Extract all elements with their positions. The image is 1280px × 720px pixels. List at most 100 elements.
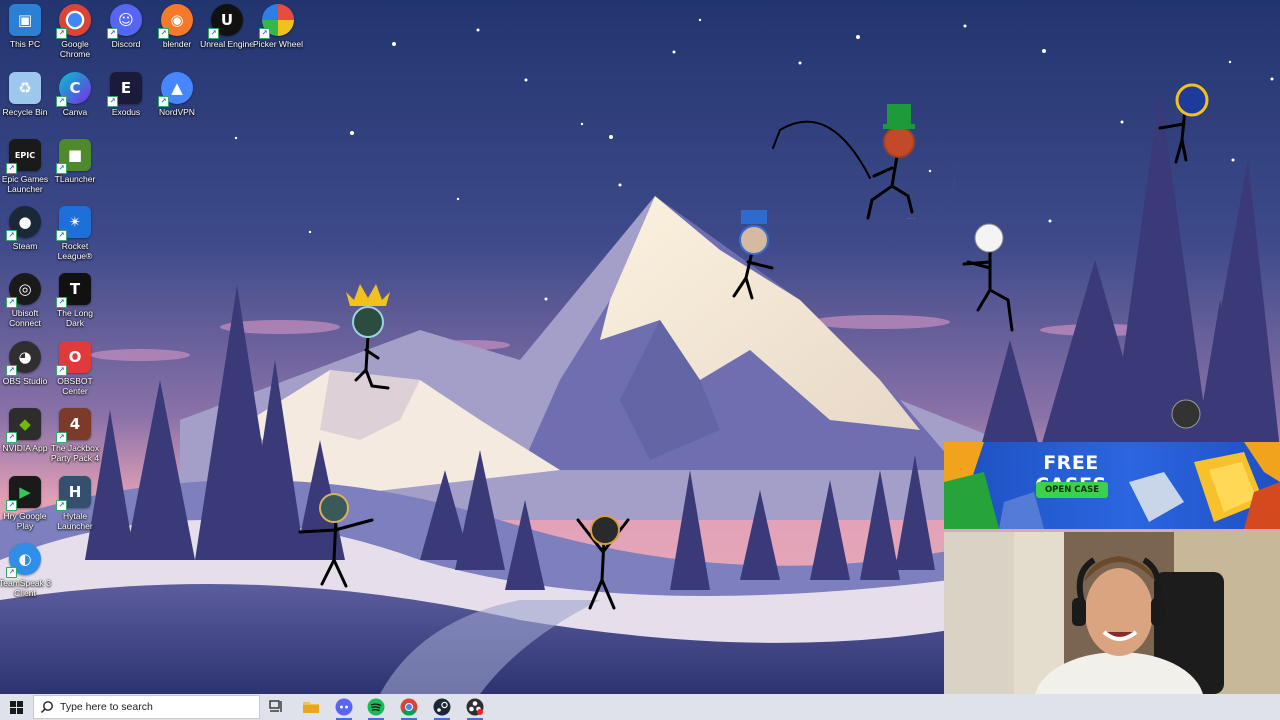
desktop-icon-ubisoft[interactable]: ◎ ↗ Ubisoft Connect xyxy=(0,273,50,328)
unreal-engine-icon: U ↗ xyxy=(208,4,243,39)
desktop-icon-label: blender xyxy=(162,39,192,49)
canva-icon: C ↗ xyxy=(56,72,91,107)
task-view-button[interactable] xyxy=(266,697,288,717)
desktop-icon-label: Exodus xyxy=(111,107,141,117)
google-play-games-icon: ▶ ↗ xyxy=(6,476,41,511)
desktop-icon-label: Hytale Launcher xyxy=(57,511,93,531)
shortcut-arrow-icon: ↗ xyxy=(56,432,67,443)
desktop-icon-label: TLauncher xyxy=(54,174,96,184)
desktop-icon-chrome[interactable]: ↗ Google Chrome xyxy=(50,4,100,59)
task-view-icon xyxy=(269,700,282,712)
desktop-icon-nordvpn[interactable]: ▲ ↗ NordVPN xyxy=(152,72,202,117)
taskbar-discord[interactable] xyxy=(333,697,355,720)
desktop-icon-obsbot[interactable]: O ↗ OBSBOT Center xyxy=(50,341,100,396)
free-cases-banner[interactable]: FREE CASES OPEN CASE xyxy=(944,442,1280,529)
obs-icon: ◕ ↗ xyxy=(6,341,41,376)
desktop-icon-rocket-league[interactable]: ✴ ↗ Rocket League® xyxy=(50,206,100,261)
desktop-icon-obs[interactable]: ◕ ↗ OBS Studio xyxy=(0,341,50,386)
desktop-icon-label: NordVPN xyxy=(159,107,195,117)
shortcut-arrow-icon: ↗ xyxy=(56,96,67,107)
webcam-feed xyxy=(944,532,1280,694)
ubisoft-icon: ◎ ↗ xyxy=(6,273,41,308)
steam-icon: ● ↗ xyxy=(6,206,41,241)
desktop-icon-google-play-games[interactable]: ▶ ↗ Hry Google Play xyxy=(0,476,50,531)
desktop-icon-label: Unreal Engine xyxy=(200,39,254,49)
desktop-icon-label: NVIDIA App xyxy=(2,443,48,453)
shortcut-arrow-icon: ↗ xyxy=(6,163,17,174)
start-button[interactable] xyxy=(0,694,32,720)
rocket-league-icon: ✴ ↗ xyxy=(56,206,91,241)
desktop-icon-canva[interactable]: C ↗ Canva xyxy=(50,72,100,117)
shortcut-arrow-icon: ↗ xyxy=(107,96,118,107)
shortcut-arrow-icon: ↗ xyxy=(56,163,67,174)
shortcut-arrow-icon: ↗ xyxy=(56,28,67,39)
open-case-button[interactable]: OPEN CASE xyxy=(1036,482,1108,498)
epic-games-icon: EPIC ↗ xyxy=(6,139,41,174)
webcam-overlay xyxy=(944,532,1280,694)
teamspeak-icon: ◐ ↗ xyxy=(6,543,41,578)
desktop-icon-label: Ubisoft Connect xyxy=(9,308,41,328)
computer-icon: ▣ xyxy=(9,4,41,36)
taskbar-chrome[interactable] xyxy=(398,697,420,720)
shortcut-arrow-icon: ↗ xyxy=(56,365,67,376)
desktop-icon-blender[interactable]: ◉ ↗ blender xyxy=(152,4,202,49)
desktop-icon-label: OBSBOT Center xyxy=(57,376,93,396)
desktop-icon-label: Epic Games Launcher xyxy=(1,174,49,194)
desktop-icon-label: OBS Studio xyxy=(2,376,48,386)
blender-icon: ◉ ↗ xyxy=(158,4,193,39)
desktop-icon-nvidia[interactable]: ◆ ↗ NVIDIA App xyxy=(0,408,50,453)
shortcut-arrow-icon: ↗ xyxy=(56,500,67,511)
desktop-icon-recycle-bin[interactable]: ♻ Recycle Bin xyxy=(0,72,50,117)
desktop-icon-label: Picker Wheel xyxy=(252,39,304,49)
search-input[interactable] xyxy=(58,700,252,714)
shortcut-arrow-icon: ↗ xyxy=(6,432,17,443)
exodus-icon: E ↗ xyxy=(107,72,142,107)
desktop-icon-label: Steam xyxy=(12,241,38,251)
taskbar-obs[interactable] xyxy=(464,697,486,720)
shortcut-arrow-icon: ↗ xyxy=(6,567,17,578)
desktop-icon-tlauncher[interactable]: ■ ↗ TLauncher xyxy=(50,139,100,184)
desktop-icon-label: TeamSpeak 3 Client xyxy=(0,578,51,598)
chrome-icon: ↗ xyxy=(56,4,91,39)
desktop-icon-discord[interactable]: ☺ ↗ Discord xyxy=(101,4,151,49)
taskbar xyxy=(0,694,1280,720)
desktop-icon-unreal-engine[interactable]: U ↗ Unreal Engine xyxy=(200,4,254,49)
taskbar-file-explorer[interactable] xyxy=(300,697,322,717)
picker-wheel-icon: ↗ xyxy=(259,4,294,39)
desktop-icon-label: Discord xyxy=(111,39,141,49)
shortcut-arrow-icon: ↗ xyxy=(6,230,17,241)
desktop-icon-picker-wheel[interactable]: ↗ Picker Wheel xyxy=(253,4,303,49)
discord-icon: ☺ ↗ xyxy=(107,4,142,39)
taskbar-search-box[interactable] xyxy=(33,695,260,719)
desktop[interactable]: ▣ This PC ↗ Google Chrome ☺ ↗ Discord ◉ ↗ blender… xyxy=(0,0,1280,694)
search-icon xyxy=(40,701,53,714)
hytale-icon: H ↗ xyxy=(56,476,91,511)
spotify-icon xyxy=(367,698,385,716)
desktop-icon-hytale[interactable]: H ↗ Hytale Launcher xyxy=(50,476,100,531)
desktop-icon-label: The Long Dark xyxy=(57,308,93,328)
shortcut-arrow-icon: ↗ xyxy=(6,297,17,308)
shortcut-arrow-icon: ↗ xyxy=(56,230,67,241)
desktop-icon-epic-games[interactable]: EPIC ↗ Epic Games Launcher xyxy=(0,139,50,194)
nordvpn-icon: ▲ ↗ xyxy=(158,72,193,107)
desktop-icon-teamspeak[interactable]: ◐ ↗ TeamSpeak 3 Client xyxy=(0,543,51,598)
nvidia-icon: ◆ ↗ xyxy=(6,408,41,443)
desktop-icon-label: Canva xyxy=(62,107,88,117)
jackbox-icon: 4 ↗ xyxy=(56,408,91,443)
taskbar-spotify[interactable] xyxy=(365,697,387,720)
desktop-icon-steam[interactable]: ● ↗ Steam xyxy=(0,206,50,251)
desktop-icon-jackbox[interactable]: 4 ↗ The Jackbox Party Pack 4 xyxy=(50,408,100,463)
shortcut-arrow-icon: ↗ xyxy=(158,28,169,39)
taskbar-steam[interactable] xyxy=(431,697,453,720)
the-long-dark-icon: T ↗ xyxy=(56,273,91,308)
windows-logo-icon xyxy=(9,700,23,714)
desktop-icon-the-long-dark[interactable]: T ↗ The Long Dark xyxy=(50,273,100,328)
shortcut-arrow-icon: ↗ xyxy=(56,297,67,308)
desktop-icon-label: Rocket League® xyxy=(57,241,93,261)
desktop-icon-computer[interactable]: ▣ This PC xyxy=(0,4,50,49)
desktop-icon-exodus[interactable]: E ↗ Exodus xyxy=(101,72,151,117)
obs-icon xyxy=(466,698,484,716)
desktop-icon-label: Hry Google Play xyxy=(3,511,47,531)
desktop-icon-label: The Jackbox Party Pack 4 xyxy=(50,443,100,463)
obsbot-icon: O ↗ xyxy=(56,341,91,376)
